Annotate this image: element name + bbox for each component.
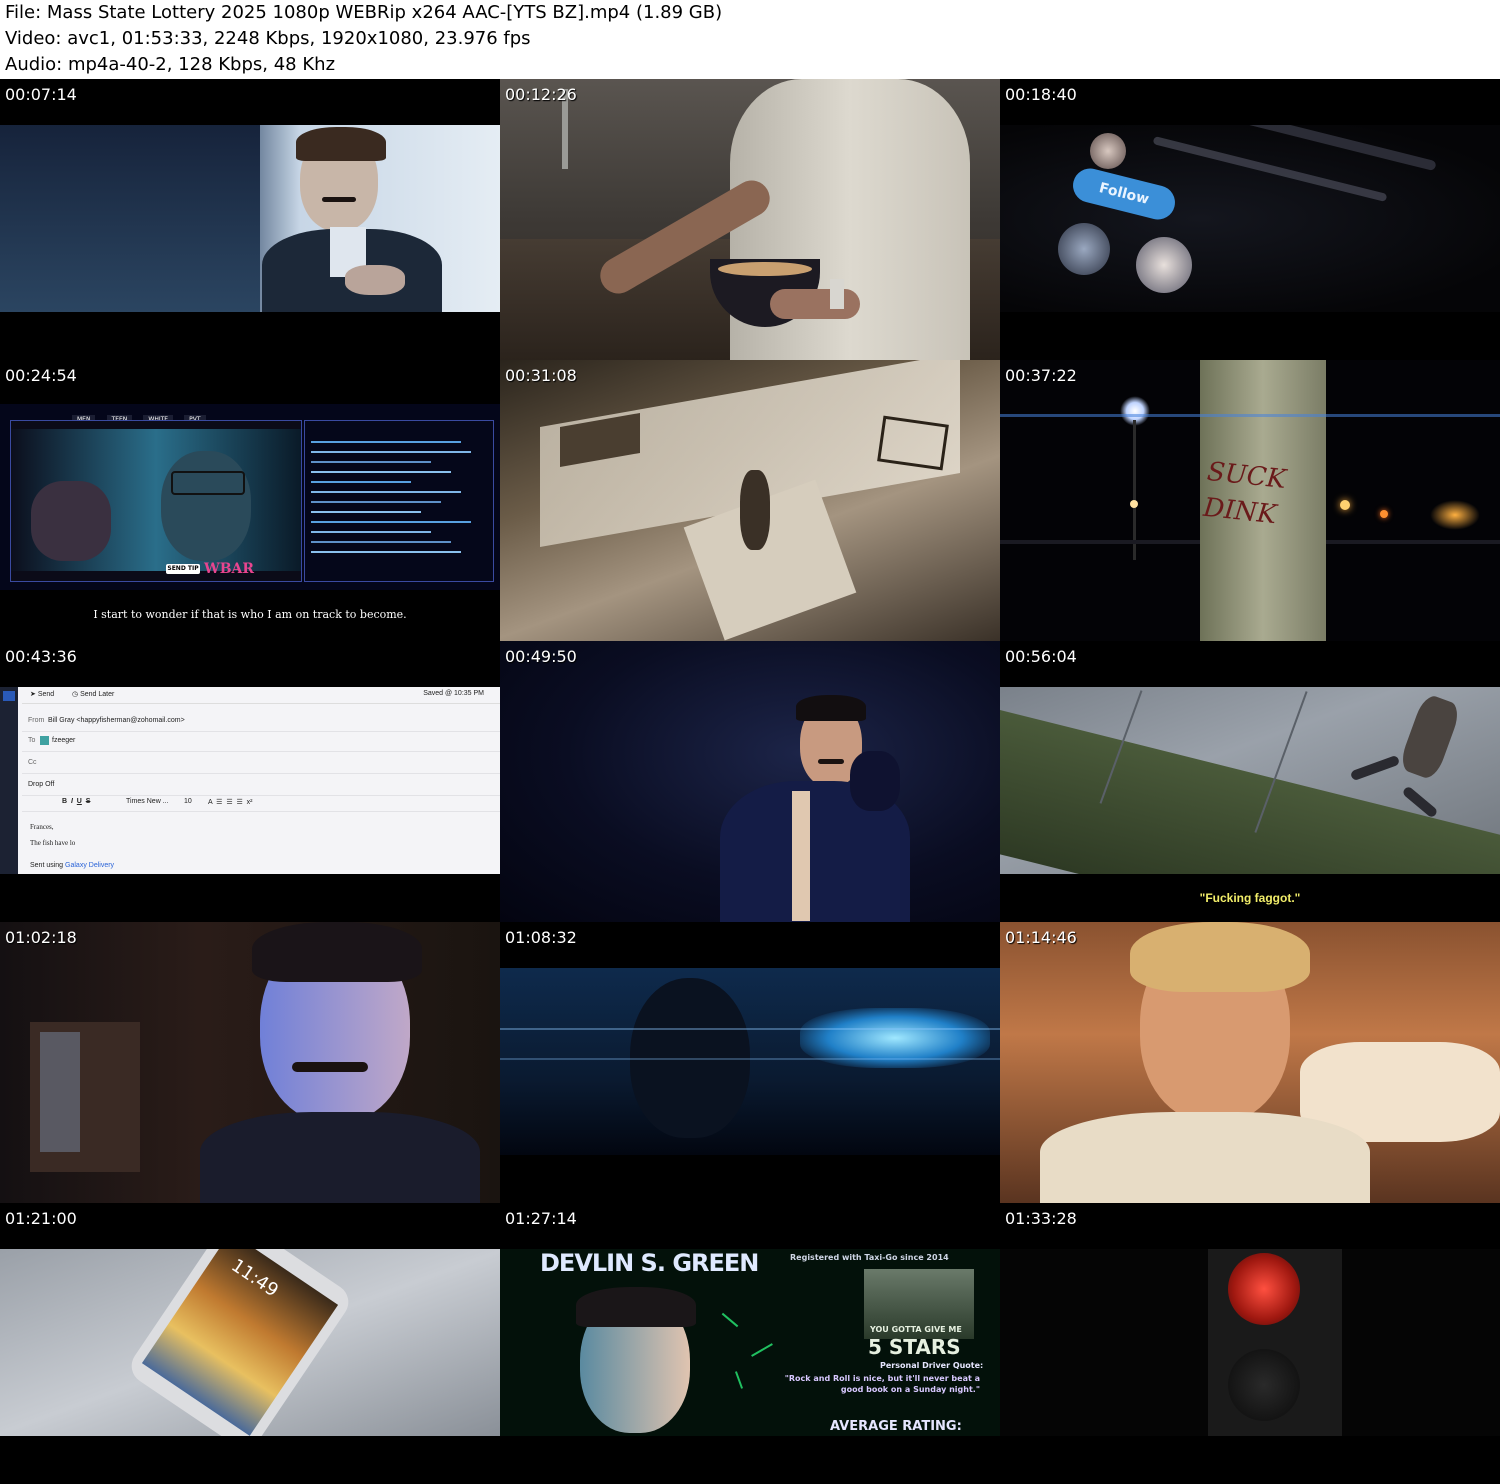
to-value: fzeeger: [52, 737, 76, 744]
video-frame: DEVLIN S. GREEN Registered with Taxi-Go …: [500, 1249, 1000, 1436]
audio-info-line: Audio: mp4a-40-2, 128 Kbps, 48 Khz: [5, 54, 336, 75]
video-frame: SUCK DINK: [1000, 360, 1500, 641]
subtitle: I start to wonder if that is who I am on…: [93, 608, 407, 621]
thumbnail-10[interactable]: 01:02:18: [0, 922, 500, 1203]
quote-label: Personal Driver Quote:: [880, 1361, 984, 1370]
email-body-line1: Frances,: [30, 823, 54, 831]
subtitle: "Fucking faggot.": [1199, 891, 1301, 905]
driver-quote: "Rock and Roll is nice, but it'll never …: [784, 1374, 980, 1394]
thumbnail-1[interactable]: 00:07:14: [0, 79, 500, 360]
file-name-line: File: Mass State Lottery 2025 1080p WEBR…: [5, 2, 723, 23]
video-frame: [500, 79, 1000, 360]
timestamp: 00:12:26: [505, 85, 577, 104]
stars-top: YOU GOTTA GIVE ME: [870, 1325, 962, 1334]
thumbnail-7[interactable]: 00:43:36 ➤ Send ◷ Send Later Saved @ 10:…: [0, 641, 500, 922]
timestamp: 00:49:50: [505, 647, 577, 666]
timestamp: 00:24:54: [5, 366, 77, 385]
video-frame: [500, 360, 1000, 641]
timestamp: 00:07:14: [5, 85, 77, 104]
thumbnail-8[interactable]: 00:49:50: [500, 641, 1000, 922]
thumbnail-13[interactable]: 01:21:00 11:49: [0, 1203, 500, 1484]
graffiti: SUCK DINK: [1201, 456, 1288, 531]
format-toolbar[interactable]: B I U S Times New ... 10 A ☰ ☰ ☰ x²: [22, 795, 500, 812]
thumbnail-15[interactable]: 01:33:28: [1000, 1203, 1500, 1484]
send-later-button[interactable]: ◷ Send Later: [72, 690, 114, 698]
email-compose-window: ➤ Send ◷ Send Later Saved @ 10:35 PM Fro…: [0, 687, 500, 874]
timestamp: 01:02:18: [5, 928, 77, 947]
timestamp: 00:43:36: [5, 647, 77, 666]
subject-row[interactable]: Drop Off: [22, 775, 500, 796]
video-info-line: Video: avc1, 01:53:33, 2248 Kbps, 1920x1…: [5, 28, 531, 49]
timestamp: 01:08:32: [505, 928, 577, 947]
follow-button: Follow: [1069, 164, 1179, 224]
thumbnail-3[interactable]: 00:18:40 Follow: [1000, 79, 1500, 360]
thumbnail-14[interactable]: 01:27:14 DEVLIN S. GREEN Registered with…: [500, 1203, 1000, 1484]
video-frame: [0, 125, 500, 312]
stars-label: 5 STARS: [868, 1335, 961, 1359]
thumbnail-5[interactable]: 00:31:08: [500, 360, 1000, 641]
registered-text: Registered with Taxi-Go since 2014: [790, 1253, 949, 1262]
video-frame: [500, 641, 1000, 922]
from-value: Bill Gray <happyfisherman@zohomail.com>: [48, 717, 185, 724]
video-frame: [500, 968, 1000, 1155]
file-info-header: File: Mass State Lottery 2025 1080p WEBR…: [0, 0, 1500, 79]
thumbnail-6[interactable]: 00:37:22 SUCK DINK: [1000, 360, 1500, 641]
timestamp: 01:33:28: [1005, 1209, 1077, 1228]
rating-label: AVERAGE RATING:: [830, 1419, 962, 1434]
video-frame: Follow: [1000, 125, 1500, 312]
email-body-line2[interactable]: The fish have lo: [30, 839, 75, 847]
thumbnail-4[interactable]: 00:24:54 MEN TEEN WHITE PVT SEND TIP WBA…: [0, 360, 500, 641]
thumbnail-11[interactable]: 01:08:32: [500, 922, 1000, 1203]
cc-row[interactable]: Cc: [22, 753, 500, 774]
video-frame: [1000, 687, 1500, 874]
timestamp: 00:18:40: [1005, 85, 1077, 104]
saved-status: Saved @ 10:35 PM: [423, 690, 484, 697]
video-frame: [1000, 922, 1500, 1203]
thumbnail-12[interactable]: 01:14:46: [1000, 922, 1500, 1203]
email-signature: Sent using Galaxy Delivery: [30, 862, 115, 869]
email-toolbar: ➤ Send ◷ Send Later Saved @ 10:35 PM: [22, 687, 500, 704]
timestamp: 01:21:00: [5, 1209, 77, 1228]
size-select[interactable]: 10: [184, 798, 192, 805]
video-frame: [1000, 1249, 1500, 1436]
timestamp: 00:31:08: [505, 366, 577, 385]
send-tip-button: SEND TIP: [166, 564, 200, 574]
timestamp: 00:56:04: [1005, 647, 1077, 666]
video-frame: 11:49: [0, 1249, 500, 1436]
wbar-logo: WBAR: [204, 561, 255, 577]
font-select[interactable]: Times New ...: [126, 798, 169, 805]
timestamp: 00:37:22: [1005, 366, 1077, 385]
galaxy-delivery-link[interactable]: Galaxy Delivery: [65, 862, 114, 869]
from-row: From Bill Gray <happyfisherman@zohomail.…: [22, 711, 500, 732]
thumbnail-9[interactable]: 00:56:04 "Fucking faggot.": [1000, 641, 1500, 922]
thumbnail-2[interactable]: 00:12:26: [500, 79, 1000, 360]
to-row[interactable]: To fzeeger: [22, 731, 500, 752]
driver-name: DEVLIN S. GREEN: [540, 1249, 759, 1277]
video-frame: [0, 922, 500, 1203]
subject-value: Drop Off: [28, 781, 55, 788]
timestamp: 01:14:46: [1005, 928, 1077, 947]
send-button[interactable]: ➤ Send: [30, 690, 54, 698]
timestamp: 01:27:14: [505, 1209, 577, 1228]
video-frame: MEN TEEN WHITE PVT SEND TIP WBAR: [0, 404, 500, 590]
